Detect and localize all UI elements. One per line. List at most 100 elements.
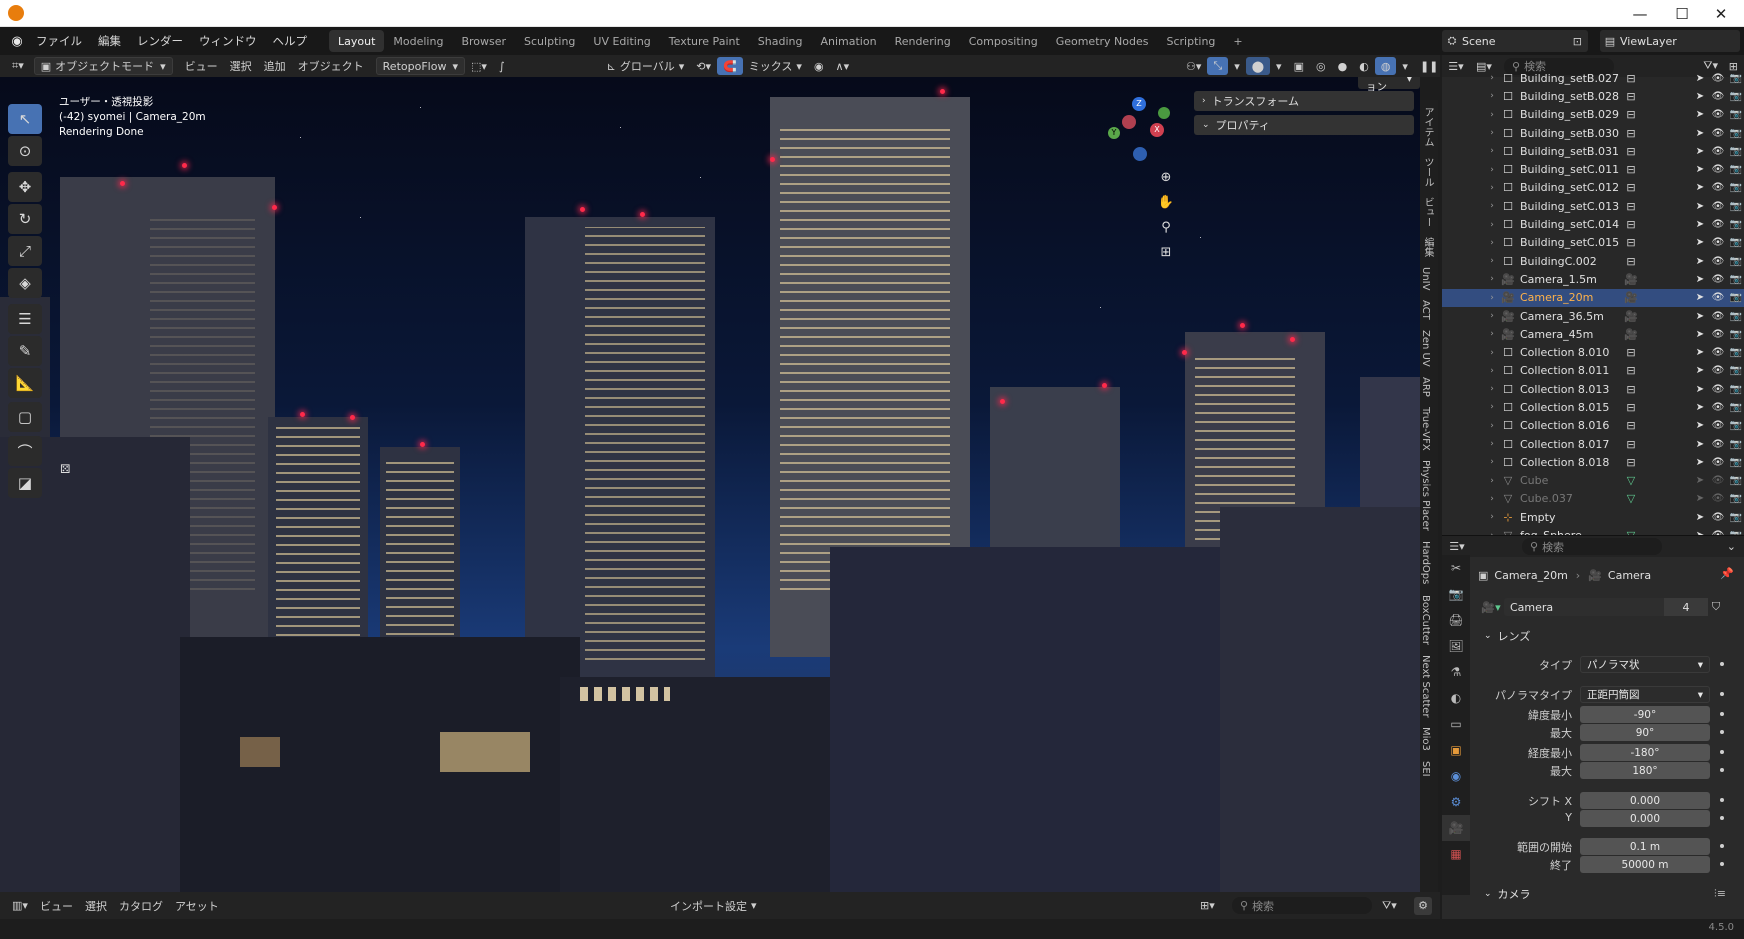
camera-render-icon[interactable]: 📷 — [1728, 347, 1744, 358]
select-icon[interactable]: ➤ — [1692, 439, 1708, 450]
outliner-row[interactable]: › ☐ Building_setC.011 ⊟ ➤ 👁 📷 — [1442, 160, 1744, 178]
retopoflow-button[interactable]: RetopoFlow ▾ — [375, 57, 465, 75]
eye-icon[interactable]: 👁 — [1710, 237, 1726, 248]
render-tab-icon[interactable]: 📷 — [1442, 581, 1470, 607]
outliner-row-name[interactable]: Camera_45m — [1520, 328, 1622, 341]
curve-tool-icon[interactable]: ∫ — [493, 57, 511, 75]
expand-chevron-icon[interactable]: › — [1484, 274, 1500, 284]
boolean-tool-icon[interactable]: ◪ — [8, 468, 42, 498]
sidebar-tab-11[interactable]: BoxCutter — [1420, 592, 1431, 648]
menu-item-2[interactable]: レンダー — [129, 27, 191, 55]
display-grid-icon[interactable]: ⊞▾ — [1200, 899, 1215, 912]
camera-render-icon[interactable]: 📷 — [1728, 475, 1744, 486]
eye-icon[interactable]: 👁 — [1710, 475, 1726, 486]
eye-icon[interactable]: 👁 — [1710, 109, 1726, 120]
select-icon[interactable]: ➤ — [1692, 292, 1708, 303]
keyframe-dot-icon[interactable] — [1720, 768, 1724, 772]
xray-icon[interactable]: ▣ — [1288, 57, 1310, 75]
tab-compositing[interactable]: Compositing — [960, 30, 1047, 52]
eye-icon[interactable]: 👁 — [1710, 182, 1726, 193]
outliner-row[interactable]: › ☐ Building_setB.028 ⊟ ➤ 👁 📷 — [1442, 87, 1744, 105]
menu-item-1[interactable]: 編集 — [90, 27, 129, 55]
expand-chevron-icon[interactable]: › — [1484, 256, 1500, 266]
field-value-3[interactable]: 90° — [1580, 724, 1710, 741]
tool-tab-icon[interactable]: ✂ — [1442, 555, 1470, 581]
pin-icon[interactable]: ⊡ — [1573, 35, 1582, 48]
menu-item-3[interactable]: ウィンドウ — [191, 27, 265, 55]
eye-icon[interactable]: 👁 — [1710, 493, 1726, 504]
scene-selector[interactable]: ⛭ Scene ⊡ — [1442, 30, 1588, 52]
outliner-row-name[interactable]: Cube.037 — [1520, 492, 1622, 505]
fake-user-icon[interactable]: ⛉ — [1708, 600, 1724, 614]
camera-render-icon[interactable]: 📷 — [1728, 439, 1744, 450]
sidebar-tab-12[interactable]: Next Scatter — [1420, 652, 1431, 721]
field-value-0[interactable]: パノラマ状 ▾ — [1580, 656, 1710, 673]
camera-render-icon[interactable]: 📷 — [1728, 237, 1744, 248]
eye-icon[interactable]: 👁 — [1710, 292, 1726, 303]
sidebar-tab-9[interactable]: Physics Placer — [1420, 457, 1431, 534]
outliner-row[interactable]: › ☐ Collection 8.015 ⊟ ➤ 👁 📷 — [1442, 398, 1744, 416]
constraints-tab-icon[interactable]: ⚙ — [1442, 789, 1470, 815]
select-icon[interactable]: ➤ — [1692, 256, 1708, 267]
add-cube-tool-icon[interactable]: ▢ — [8, 402, 42, 432]
move-tool-icon[interactable]: ✥ — [8, 172, 42, 202]
eye-icon[interactable]: 👁 — [1710, 457, 1726, 468]
pivot-icon[interactable]: ⟲▾ — [690, 57, 717, 75]
editor-type-button[interactable]: ⌗▾ — [6, 57, 30, 75]
tab-uv-editing[interactable]: UV Editing — [584, 30, 659, 52]
camera-render-icon[interactable]: 📷 — [1728, 219, 1744, 230]
pan-hand-icon[interactable]: ✋ — [1156, 190, 1176, 215]
sidebar-tab-3[interactable]: 編集 — [1420, 234, 1435, 260]
tab-layout[interactable]: Layout — [329, 30, 385, 52]
camera-render-icon[interactable]: 📷 — [1728, 384, 1744, 395]
annotate-tool-icon[interactable]: ✎ — [8, 336, 42, 366]
outliner-row-name[interactable]: Empty — [1520, 511, 1622, 524]
select-icon[interactable]: ➤ — [1692, 274, 1708, 285]
keyframe-dot-icon[interactable] — [1720, 712, 1724, 716]
sidebar-tab-13[interactable]: Mio3 — [1420, 724, 1431, 754]
select-icon[interactable]: ➤ — [1692, 201, 1708, 212]
material-shading-icon[interactable]: ◐ — [1353, 57, 1375, 75]
outliner-row[interactable]: › ☐ Building_setB.030 ⊟ ➤ 👁 📷 — [1442, 124, 1744, 142]
menu-item-4[interactable]: ヘルプ — [265, 27, 316, 55]
eye-icon[interactable]: 👁 — [1710, 91, 1726, 102]
object-tab-icon[interactable]: ▣ — [1442, 737, 1470, 763]
camera-render-icon[interactable]: 📷 — [1728, 274, 1744, 285]
outliner-row-name[interactable]: Camera_36.5m — [1520, 310, 1622, 323]
expand-chevron-icon[interactable]: › — [1484, 457, 1500, 467]
cursor-tool-icon[interactable]: ⊙ — [8, 136, 42, 166]
lens-section-header[interactable]: ⌄ レンズ — [1484, 628, 1530, 644]
gizmo-z-axis[interactable]: Z — [1132, 97, 1146, 111]
properties-panel-header[interactable]: ⌄ プロパティ — [1194, 115, 1414, 135]
camera-render-icon[interactable]: 📷 — [1728, 292, 1744, 303]
outliner-row-name[interactable]: Building_setB.031 — [1520, 145, 1622, 158]
keyframe-dot-icon[interactable] — [1720, 750, 1724, 754]
select-icon[interactable]: ➤ — [1692, 402, 1708, 413]
select-icon[interactable]: ➤ — [1692, 146, 1708, 157]
datablock-selector[interactable]: 🎥▾ Camera 4 ⛉ — [1478, 597, 1728, 617]
select-icon[interactable]: ➤ — [1692, 182, 1708, 193]
outliner-row-name[interactable]: Cube — [1520, 474, 1622, 487]
outliner-row[interactable]: › ▽ Cube ▽ ➤ 👁 📷 — [1442, 472, 1744, 490]
asset-menu-0[interactable]: ビュー — [34, 897, 79, 915]
select-icon[interactable]: ➤ — [1692, 311, 1708, 322]
field-value-8[interactable]: 0.1 m — [1580, 838, 1710, 855]
outliner-row-name[interactable]: Building_setB.027 — [1520, 72, 1622, 85]
texture-tab-icon[interactable]: ▦ — [1442, 841, 1470, 867]
sidebar-tab-1[interactable]: ツール — [1420, 154, 1435, 190]
eye-icon[interactable]: 👁 — [1710, 402, 1726, 413]
eye-icon[interactable]: 👁 — [1710, 128, 1726, 139]
sidebar-tab-10[interactable]: HardOps — [1420, 538, 1431, 587]
tab-browser[interactable]: Browser — [452, 30, 515, 52]
camera-render-icon[interactable]: 📷 — [1728, 512, 1744, 523]
gizmo-neg-z[interactable] — [1133, 147, 1147, 161]
camera-render-icon[interactable]: 📷 — [1728, 493, 1744, 504]
sidebar-tab-4[interactable]: UnIV — [1420, 264, 1431, 293]
sidebar-tab-2[interactable]: ビュー — [1420, 194, 1435, 230]
eye-icon[interactable]: 👁 — [1710, 219, 1726, 230]
output-tab-icon[interactable]: 🖨 — [1442, 607, 1470, 633]
tab-rendering[interactable]: Rendering — [886, 30, 960, 52]
outliner-row[interactable]: › ☐ Collection 8.013 ⊟ ➤ 👁 📷 — [1442, 380, 1744, 398]
filter-icon[interactable]: ⛛▾ — [1382, 899, 1397, 913]
expand-chevron-icon[interactable]: › — [1484, 384, 1500, 394]
